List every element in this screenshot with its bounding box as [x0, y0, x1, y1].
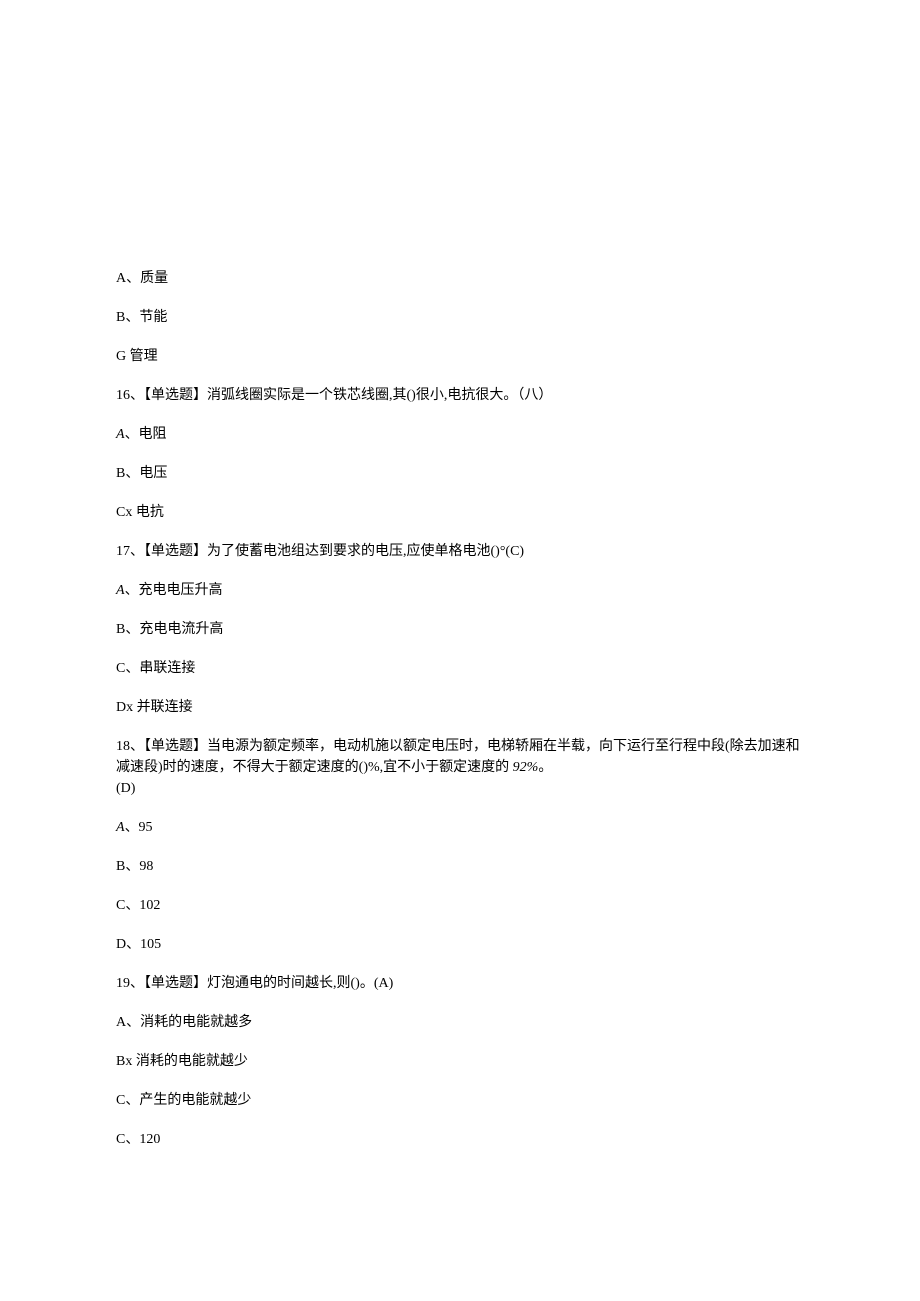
q18-option-a-prefix: A — [116, 820, 125, 835]
q16-option-a-text: 、电阻 — [125, 427, 167, 442]
q19-option-a: A、消耗的电能就越多 — [116, 1012, 804, 1033]
q17-option-b: B、充电电流升高 — [116, 619, 804, 640]
q17-option-a-prefix: A — [116, 583, 125, 598]
q17-option-a: A、充电电压升高 — [116, 580, 804, 601]
q19-option-b: Bx 消耗的电能就越少 — [116, 1051, 804, 1072]
q15-option-b: B、节能 — [116, 307, 804, 328]
q16-option-a-prefix: A — [116, 427, 125, 442]
q16-stem: 16、【单选题】消弧线圈实际是一个铁芯线圈,其()很小,电抗很大。（八） — [116, 385, 804, 406]
q16-option-a: A、电阻 — [116, 424, 804, 445]
q18-option-a-text: 、95 — [125, 820, 153, 835]
q18-option-b: B、98 — [116, 856, 804, 877]
q15-option-a: A、质量 — [116, 268, 804, 289]
q18-option-d: D、105 — [116, 934, 804, 955]
q17-stem: 17、【单选题】为了使蓄电池组达到要求的电压,应使单格电池()°(C) — [116, 541, 804, 562]
q18-option-c: C、102 — [116, 895, 804, 916]
q17-option-c: C、串联连接 — [116, 658, 804, 679]
q16-option-c: Cx 电抗 — [116, 502, 804, 523]
q16-option-b: B、电压 — [116, 463, 804, 484]
q15-option-c: G 管理 — [116, 346, 804, 367]
q18-option-a: A、95 — [116, 817, 804, 838]
q19-option-extra: C、120 — [116, 1129, 804, 1150]
q18-answer: (D) — [116, 781, 135, 796]
q19-stem: 19、【单选题】灯泡通电的时间越长,则()。(A) — [116, 973, 804, 994]
q17-option-a-text: 、充电电压升高 — [125, 583, 223, 598]
q19-option-c: C、产生的电能就越少 — [116, 1090, 804, 1111]
q18-stem-italic: 92% — [513, 760, 539, 775]
q17-option-d: Dx 并联连接 — [116, 697, 804, 718]
q18-stem-end: 。 — [538, 760, 552, 775]
q18-stem-text: 18、【单选题】当电源为额定频率，电动机施以额定电压时，电梯轿厢在半载，向下运行… — [116, 739, 800, 775]
q18-stem: 18、【单选题】当电源为额定频率，电动机施以额定电压时，电梯轿厢在半载，向下运行… — [116, 736, 804, 799]
